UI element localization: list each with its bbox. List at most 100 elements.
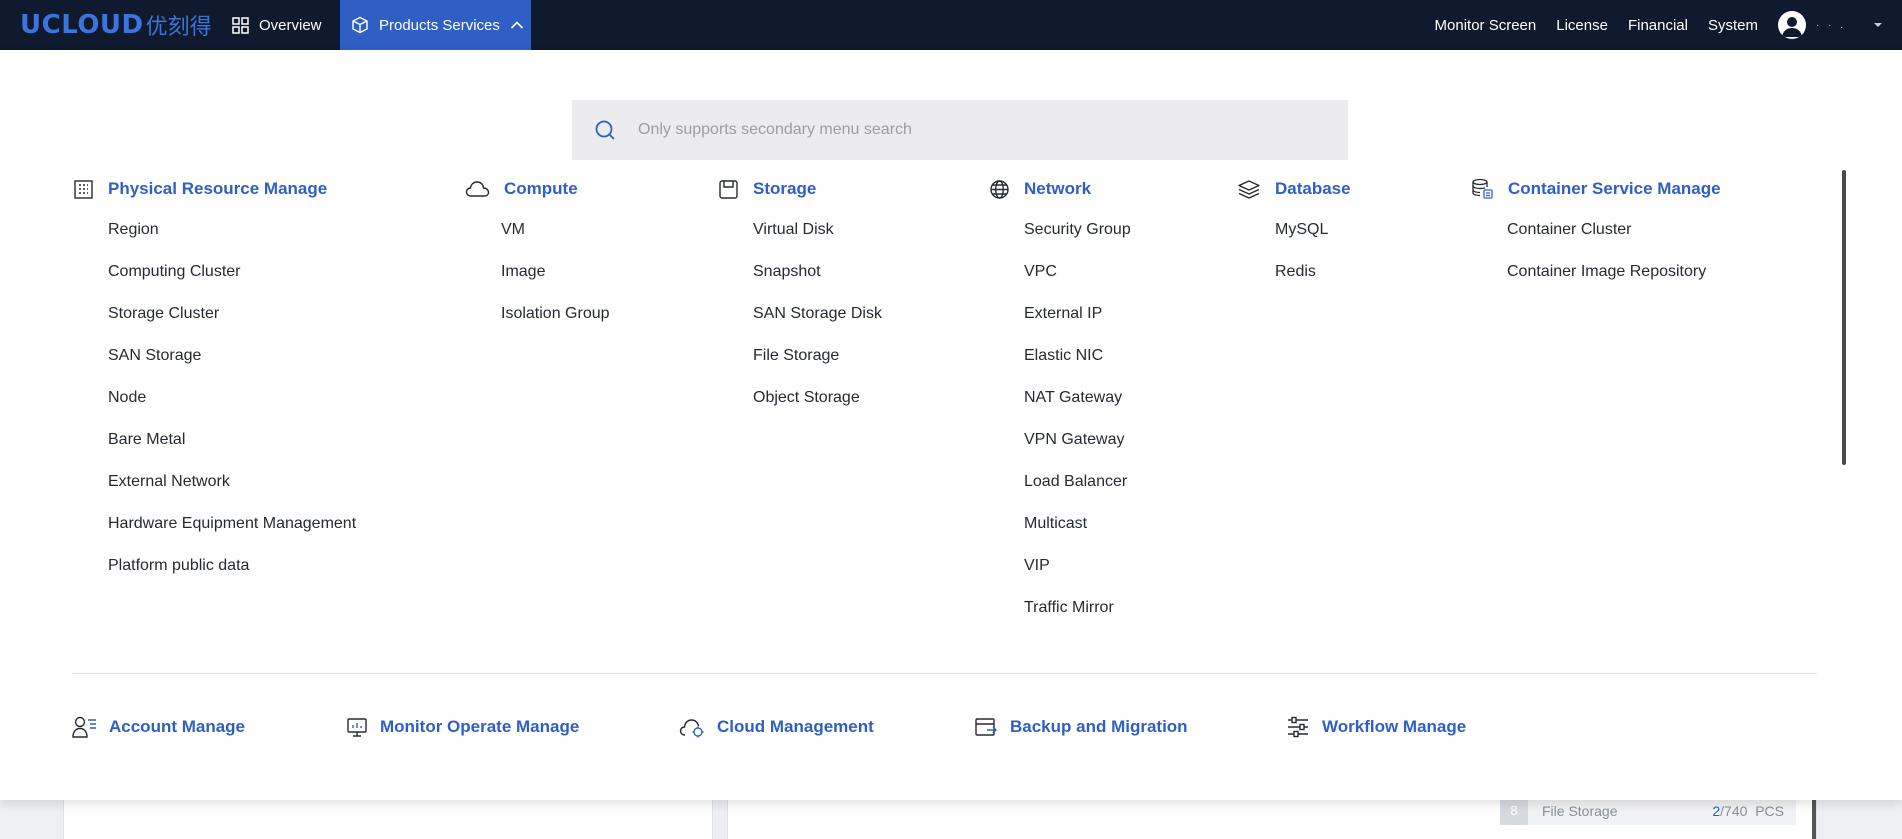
cloud-settings-icon xyxy=(679,719,704,738)
user-avatar-icon[interactable] xyxy=(1778,11,1806,39)
category-title: Cloud Management xyxy=(717,717,874,736)
building-icon xyxy=(74,179,93,199)
menu-item-computing-cluster[interactable]: Computing Cluster xyxy=(108,262,356,304)
category-title: Backup and Migration xyxy=(1010,717,1188,736)
top-navigation-bar: UCLOUD 优刻得 Overview Products Services Mo… xyxy=(0,0,1902,50)
category-compute: Compute VM Image Isolation Group xyxy=(465,177,610,346)
category-storage: Storage Virtual Disk Snapshot SAN Storag… xyxy=(718,177,882,430)
menu-item-nat-gateway[interactable]: NAT Gateway xyxy=(1024,388,1131,430)
category-item-list: Region Computing Cluster Storage Cluster… xyxy=(108,220,356,598)
menu-item-security-group[interactable]: Security Group xyxy=(1024,220,1131,262)
user-name[interactable]: · · . xyxy=(1816,20,1846,31)
category-item-list: Security Group VPC External IP Elastic N… xyxy=(1024,220,1131,640)
sliders-icon xyxy=(1288,716,1308,738)
menu-item-san-storage-disk[interactable]: SAN Storage Disk xyxy=(753,304,882,346)
menu-item-multicast[interactable]: Multicast xyxy=(1024,514,1131,556)
category-workflow-manage[interactable]: Workflow Manage xyxy=(1286,713,1466,741)
category-title: Container Service Manage xyxy=(1508,179,1721,198)
category-cloud-management[interactable]: Cloud Management xyxy=(679,713,874,741)
menu-item-node[interactable]: Node xyxy=(108,388,356,430)
menu-item-snapshot[interactable]: Snapshot xyxy=(753,262,882,304)
category-container-service-header[interactable]: Container Service Manage xyxy=(1471,177,1721,201)
menu-item-vpc[interactable]: VPC xyxy=(1024,262,1131,304)
menu-item-container-cluster[interactable]: Container Cluster xyxy=(1507,220,1721,262)
category-item-list: Container Cluster Container Image Reposi… xyxy=(1507,220,1721,304)
category-title: Physical Resource Manage xyxy=(108,179,328,198)
section-divider xyxy=(72,673,1817,674)
category-backup-migration[interactable]: Backup and Migration xyxy=(974,713,1188,741)
nav-overview[interactable]: Overview xyxy=(232,0,322,50)
cloud-icon xyxy=(465,181,490,197)
category-database-header[interactable]: Database xyxy=(1237,177,1351,201)
menu-item-bare-metal[interactable]: Bare Metal xyxy=(108,430,356,472)
storage-box-icon xyxy=(719,179,738,199)
user-menu-caret-icon[interactable] xyxy=(1874,23,1882,27)
category-physical-resource-header[interactable]: Physical Resource Manage xyxy=(73,177,356,201)
nav-license[interactable]: License xyxy=(1556,17,1608,34)
search-input[interactable] xyxy=(638,121,1318,139)
globe-icon xyxy=(990,179,1009,199)
layers-icon xyxy=(1238,179,1260,199)
row-count: 2/740 PCS xyxy=(1712,802,1784,819)
category-item-list: VM Image Isolation Group xyxy=(501,220,610,346)
category-storage-header[interactable]: Storage xyxy=(718,177,882,201)
menu-item-storage-cluster[interactable]: Storage Cluster xyxy=(108,304,356,346)
menu-item-vip[interactable]: VIP xyxy=(1024,556,1131,598)
category-monitor-operate[interactable]: Monitor Operate Manage xyxy=(346,713,579,741)
menu-item-load-balancer[interactable]: Load Balancer xyxy=(1024,472,1131,514)
nav-products-services[interactable]: Products Services xyxy=(340,0,531,50)
menu-item-vpn-gateway[interactable]: VPN Gateway xyxy=(1024,430,1131,472)
nav-products-label: Products Services xyxy=(379,16,500,34)
menu-item-external-network[interactable]: External Network xyxy=(108,472,356,514)
category-title: Account Manage xyxy=(109,717,246,736)
cube-icon xyxy=(352,16,368,34)
search-icon xyxy=(595,120,615,140)
menu-item-isolation-group[interactable]: Isolation Group xyxy=(501,304,610,346)
top-right-nav: Monitor Screen License Financial System … xyxy=(1435,0,1902,50)
menu-item-virtual-disk[interactable]: Virtual Disk xyxy=(753,220,882,262)
category-title: Compute xyxy=(504,179,578,198)
nav-monitor-screen[interactable]: Monitor Screen xyxy=(1435,17,1537,34)
category-title: Workflow Manage xyxy=(1322,717,1467,736)
monitor-icon xyxy=(347,718,367,737)
menu-item-mysql[interactable]: MySQL xyxy=(1275,220,1351,262)
category-physical-resource: Physical Resource Manage Region Computin… xyxy=(73,177,356,598)
category-title: Database xyxy=(1275,179,1351,198)
category-container-service: Container Service Manage Container Clust… xyxy=(1471,177,1721,304)
chevron-up-icon xyxy=(510,21,523,29)
menu-item-object-storage[interactable]: Object Storage xyxy=(753,388,882,430)
category-item-list: Virtual Disk Snapshot SAN Storage Disk F… xyxy=(753,220,882,430)
menu-item-file-storage[interactable]: File Storage xyxy=(753,346,882,388)
menu-item-platform-public-data[interactable]: Platform public data xyxy=(108,556,356,598)
category-network: Network Security Group VPC External IP E… xyxy=(989,177,1131,640)
menu-item-redis[interactable]: Redis xyxy=(1275,262,1351,304)
menu-item-image[interactable]: Image xyxy=(501,262,610,304)
panel-scrollbar[interactable] xyxy=(1842,170,1846,465)
menu-item-san-storage[interactable]: SAN Storage xyxy=(108,346,356,388)
menu-item-container-image-repository[interactable]: Container Image Repository xyxy=(1507,262,1721,304)
nav-system[interactable]: System xyxy=(1708,17,1758,34)
backup-icon xyxy=(975,718,997,736)
category-item-list: MySQL Redis xyxy=(1275,220,1351,304)
menu-item-vm[interactable]: VM xyxy=(501,220,610,262)
grid-icon xyxy=(232,16,249,34)
row-index-badge: 8 xyxy=(1500,796,1528,825)
background-resource-row: 8 File Storage 2/740 PCS xyxy=(1500,796,1796,825)
category-title: Network xyxy=(1024,179,1092,198)
nav-financial[interactable]: Financial xyxy=(1628,17,1688,34)
products-dropdown-panel: Physical Resource Manage Region Computin… xyxy=(0,50,1902,800)
category-account-manage[interactable]: Account Manage xyxy=(72,713,245,741)
menu-item-elastic-nic[interactable]: Elastic NIC xyxy=(1024,346,1131,388)
user-list-icon xyxy=(72,716,96,738)
menu-item-region[interactable]: Region xyxy=(108,220,356,262)
nav-overview-label: Overview xyxy=(259,16,322,34)
row-label: File Storage xyxy=(1542,802,1618,819)
ucloud-logo[interactable]: UCLOUD 优刻得 xyxy=(20,9,212,41)
category-network-header[interactable]: Network xyxy=(989,177,1131,201)
category-compute-header[interactable]: Compute xyxy=(465,177,610,201)
category-database: Database MySQL Redis xyxy=(1237,177,1351,304)
menu-item-hardware-equipment[interactable]: Hardware Equipment Management xyxy=(108,514,356,556)
menu-search-box[interactable] xyxy=(572,100,1348,160)
menu-item-external-ip[interactable]: External IP xyxy=(1024,304,1131,346)
menu-item-traffic-mirror[interactable]: Traffic Mirror xyxy=(1024,598,1131,640)
